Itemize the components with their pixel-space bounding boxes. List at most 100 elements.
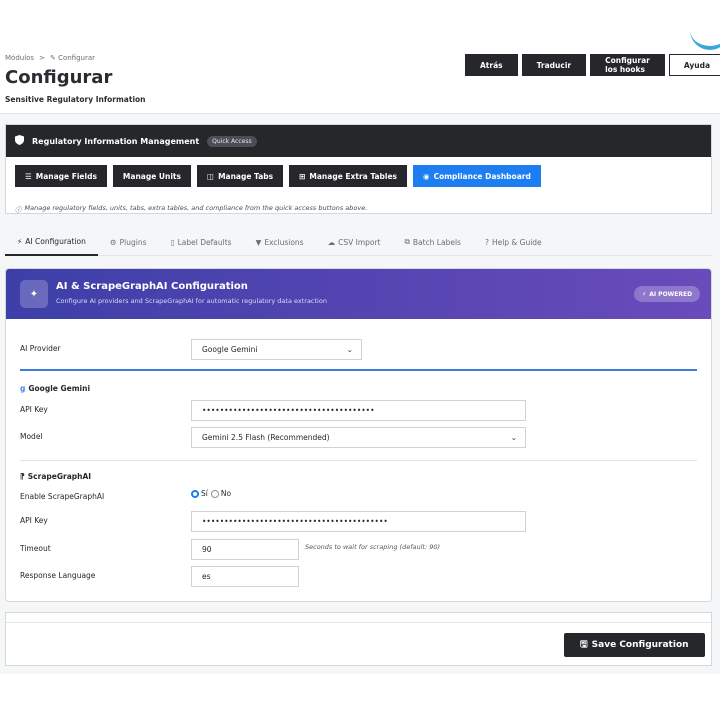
tab-ai-configuration-label: AI Configuration — [25, 236, 86, 246]
tab-ai-configuration[interactable]: ⚡ AI Configuration — [5, 228, 98, 256]
quick-access-badge: Quick Access — [207, 135, 257, 147]
wand-icon: ✦ — [20, 280, 48, 308]
ai-provider-label: AI Provider — [20, 344, 61, 353]
gemini-model-value: Gemini 2.5 Flash (Recommended) — [202, 433, 330, 442]
timeout-help: Seconds to wait for scraping (default: 9… — [305, 543, 441, 551]
cloud-upload-icon: ☁ — [327, 237, 336, 247]
tab-help-guide-label: Help & Guide — [491, 237, 542, 247]
tab-plugins[interactable]: ⚙ Plugins — [98, 228, 159, 256]
tab-label-defaults[interactable]: ▯ Label Defaults — [158, 228, 243, 256]
tab-csv-import[interactable]: ☁ CSV Import — [316, 228, 393, 256]
gemini-model-label: Model — [20, 432, 43, 441]
configure-hooks-button[interactable]: Configurar los hooks — [590, 54, 665, 76]
quick-access-note-text: Manage regulatory fields, units, tabs, e… — [24, 204, 368, 212]
gemini-section-title: g Google Gemini — [20, 384, 90, 393]
scrape-api-key-value: ••••••••••••••••••••••••••••••••••••••••… — [202, 517, 388, 526]
breadcrumb-parent[interactable]: Módulos — [5, 54, 34, 62]
ai-config-title: AI & ScrapeGraphAI Configuration — [56, 281, 248, 292]
ai-powered-label: AI POWERED — [649, 290, 693, 298]
manage-fields-label: Manage Fields — [35, 171, 97, 181]
scrape-api-key-input[interactable]: ••••••••••••••••••••••••••••••••••••••••… — [191, 511, 526, 532]
ai-provider-select[interactable]: Google Gemini ⌄ — [191, 339, 362, 360]
help-button[interactable]: Ayuda — [668, 54, 720, 76]
tags-icon: ⧉ — [404, 237, 410, 246]
ai-config-panel: ✦ AI & ScrapeGraphAI Configuration Confi… — [5, 268, 712, 602]
config-tabs: ⚡ AI Configuration ⚙ Plugins ▯ Label Def… — [5, 228, 712, 256]
bolt-icon: ⚡ — [642, 290, 647, 298]
page-subtitle: Sensitive Regulatory Information — [5, 95, 146, 104]
plug-icon: ⚙ — [109, 237, 117, 247]
ai-provider-value: Google Gemini — [202, 345, 258, 354]
breadcrumb-separator: > — [39, 54, 45, 62]
breadcrumb-current-label: Configurar — [58, 54, 96, 62]
chevron-down-icon: ⌄ — [346, 345, 353, 354]
manage-fields-button[interactable]: ☰ Manage Fields — [15, 165, 107, 187]
timeout-label: Timeout — [20, 544, 51, 553]
list-icon: ☰ — [25, 171, 32, 181]
manage-extra-tables-button[interactable]: ⊞ Manage Extra Tables — [289, 165, 408, 187]
info-icon: ⓘ — [15, 206, 22, 214]
save-configuration-button[interactable]: 🖫 Save Configuration — [564, 633, 705, 657]
ai-powered-badge: ⚡ AI POWERED — [634, 286, 701, 302]
save-panel: 🖫 Save Configuration — [5, 612, 712, 666]
file-icon: ▯ — [170, 237, 175, 247]
compliance-dashboard-button[interactable]: ◉ Compliance Dashboard — [413, 165, 541, 187]
quick-access-title: Regulatory Information Management — [32, 136, 200, 146]
manage-tabs-button[interactable]: ◫ Manage Tabs — [196, 165, 284, 187]
manage-tabs-label: Manage Tabs — [218, 171, 274, 181]
breadcrumb-current: ✎ Configurar — [50, 54, 95, 62]
response-language-label: Response Language — [20, 571, 96, 580]
manage-units-label: Manage Units — [122, 171, 181, 181]
scrape-title: ScrapeGraphAI — [27, 472, 92, 481]
response-language-input[interactable]: es — [191, 566, 299, 587]
gemini-model-select[interactable]: Gemini 2.5 Flash (Recommended) ⌄ — [191, 427, 526, 448]
question-icon: ? — [484, 237, 489, 247]
tab-help-guide[interactable]: ? Help & Guide — [473, 228, 554, 256]
provider-divider — [20, 369, 697, 371]
scrape-api-key-label: API Key — [20, 516, 48, 525]
dashboard-icon: ◉ — [423, 171, 430, 181]
quick-access-panel: Regulatory Information Management Quick … — [5, 124, 712, 214]
main-content: Regulatory Information Management Quick … — [0, 114, 720, 674]
scrape-enable-yes-label[interactable]: Sí — [201, 489, 208, 498]
quick-access-header: Regulatory Information Management Quick … — [6, 125, 711, 157]
scrape-enable-radios: Sí No — [191, 489, 231, 498]
page-title: Configurar — [5, 67, 113, 88]
chevron-down-icon: ⌄ — [510, 433, 517, 442]
response-language-value: es — [202, 572, 211, 581]
gemini-api-key-label: API Key — [20, 405, 48, 414]
save-configuration-label: Save Configuration — [591, 640, 689, 650]
tab-label-defaults-label: Label Defaults — [177, 237, 232, 247]
scrape-enable-no-label[interactable]: No — [221, 489, 231, 498]
table-icon: ⊞ — [299, 171, 306, 181]
manage-units-button[interactable]: Manage Units — [112, 165, 191, 187]
tab-batch-labels[interactable]: ⧉ Batch Labels — [393, 228, 473, 256]
decorative-arc — [690, 28, 720, 50]
toolbar: Atrás Traducir Configurar los hooks Ayud… — [465, 54, 720, 76]
filter-icon: ▼ — [255, 237, 262, 247]
scrape-enable-no-radio[interactable] — [210, 489, 219, 498]
back-button[interactable]: Atrás — [465, 54, 518, 76]
wand-icon: ⚡ — [17, 236, 23, 246]
gemini-api-key-input[interactable]: ••••••••••••••••••••••••••••••••••••••• — [191, 400, 526, 421]
scrape-enable-label: Enable ScrapeGraphAI — [20, 492, 105, 501]
scrape-icon: ⁋ — [20, 472, 25, 481]
timeout-value: 90 — [202, 545, 212, 554]
save-panel-divider — [6, 622, 711, 623]
ai-config-subtitle: Configure AI providers and ScrapeGraphAI… — [56, 297, 327, 305]
scrape-enable-yes-radio[interactable] — [191, 489, 199, 498]
gemini-api-key-value: ••••••••••••••••••••••••••••••••••••••• — [202, 406, 375, 415]
save-icon: 🖫 — [580, 640, 588, 650]
tab-plugins-label: Plugins — [119, 237, 147, 247]
tab-exclusions-label: Exclusions — [264, 237, 304, 247]
tab-csv-import-label: CSV Import — [338, 237, 381, 247]
wrench-icon: ✎ — [49, 54, 56, 62]
window-icon: ◫ — [206, 171, 215, 181]
breadcrumb: Módulos > ✎ Configurar — [5, 54, 95, 62]
shield-icon — [15, 135, 24, 147]
gemini-divider — [20, 460, 697, 461]
tab-exclusions[interactable]: ▼ Exclusions — [244, 228, 316, 256]
timeout-input[interactable]: 90 — [191, 539, 299, 560]
compliance-dashboard-label: Compliance Dashboard — [433, 171, 531, 181]
translate-button[interactable]: Traducir — [521, 54, 587, 76]
